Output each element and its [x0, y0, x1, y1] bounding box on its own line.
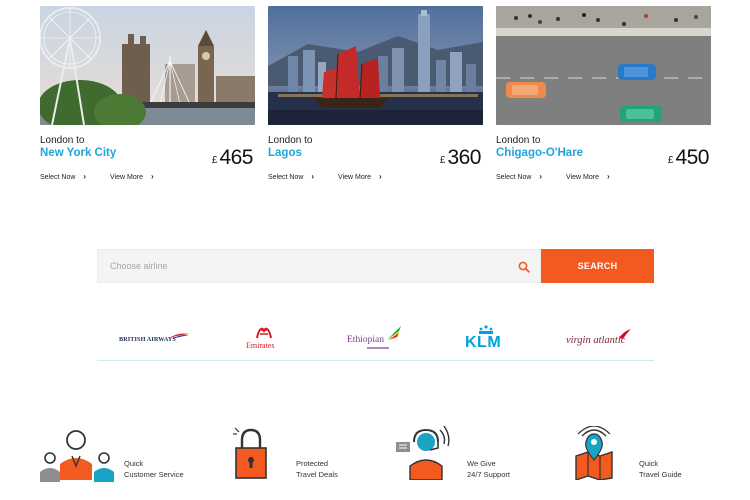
search-icon[interactable]: [518, 261, 530, 273]
deal-card: London to New York City £465 Select Now ›…: [40, 6, 255, 181]
ethiopian-logo[interactable]: Ethiopian: [345, 320, 407, 354]
select-now-label: Select Now: [496, 174, 532, 181]
deal-destination[interactable]: New York City: [40, 147, 116, 159]
feature-line-1: Protected: [296, 459, 329, 468]
chevron-right-icon: ›: [606, 172, 610, 181]
view-more-link[interactable]: View More ›: [338, 172, 382, 181]
feature-line-1: Quick: [124, 459, 144, 468]
price-amount: 450: [675, 146, 709, 169]
feature-travel-guide: Quick Travel Guide: [574, 424, 724, 482]
chevron-right-icon: ›: [150, 172, 154, 181]
ethiopian-tricolor-tail-icon: [387, 326, 401, 340]
map-pin-icon: [575, 426, 613, 480]
feature-text: We Give 24/7 Support: [467, 458, 510, 480]
klm-name: KLM: [465, 334, 502, 351]
currency-symbol: £: [667, 155, 674, 166]
airline-search-input[interactable]: [98, 250, 508, 282]
deal-price: £360: [439, 146, 482, 170]
feature-customer-service: Quick Customer Service: [38, 424, 208, 482]
deal-price: £450: [667, 146, 710, 170]
airline-search-bar: SEARCH: [97, 249, 654, 283]
select-now-link[interactable]: Select Now ›: [496, 172, 543, 181]
feature-line-1: We Give: [467, 459, 496, 468]
deal-destination[interactable]: Lagos: [268, 147, 302, 159]
view-more-link[interactable]: View More ›: [566, 172, 610, 181]
feature-line-2: 24/7 Support: [467, 470, 510, 479]
deal-origin: London to: [268, 135, 313, 146]
klm-logo[interactable]: KLM: [465, 320, 509, 354]
virgin-atlantic-name: virgin atlantic: [566, 335, 626, 346]
search-button[interactable]: SEARCH: [541, 249, 654, 283]
support-agent-headset-icon: [396, 426, 450, 480]
feature-text: Quick Travel Guide: [639, 458, 682, 480]
deal-origin: London to: [40, 135, 85, 146]
feature-text: Quick Customer Service: [124, 458, 184, 480]
select-now-link[interactable]: Select Now ›: [268, 172, 315, 181]
price-amount: 465: [219, 146, 253, 169]
ethiopian-name: Ethiopian: [347, 335, 384, 345]
speedmarque-icon: [169, 333, 189, 339]
emirates-calligraphy-icon: [256, 327, 272, 339]
select-now-label: Select Now: [268, 174, 304, 181]
feature-protected-deals: Protected Travel Deals: [233, 424, 373, 482]
deals-row: London to New York City £465 Select Now ›…: [40, 6, 712, 186]
deal-origin: London to: [496, 135, 541, 146]
padlock-icon: [233, 427, 267, 479]
deal-destination[interactable]: Chigago-O'Hare: [496, 147, 583, 159]
feature-text: Protected Travel Deals: [296, 458, 338, 480]
view-more-label: View More: [566, 174, 599, 181]
deal-card: London to Chigago-O'Hare £450 Select Now…: [496, 6, 711, 181]
virgin-flying-lady-icon: [619, 329, 631, 339]
price-amount: 360: [447, 146, 481, 169]
deal-price: £465: [211, 146, 254, 170]
feature-line-2: Customer Service: [124, 470, 184, 479]
select-now-link[interactable]: Select Now ›: [40, 172, 87, 181]
british-airways-name: BRITISH AIRWAYS: [119, 336, 176, 343]
hong-kong-junk-boat-photo[interactable]: [268, 6, 483, 125]
london-skyline-photo[interactable]: [40, 6, 255, 125]
virgin-atlantic-logo[interactable]: virgin atlantic: [565, 320, 635, 354]
search-field-container: [97, 249, 541, 283]
deal-card: London to Lagos £360 Select Now › View Mo…: [268, 6, 483, 181]
emirates-name: Emirates: [246, 341, 275, 350]
chevron-right-icon: ›: [83, 172, 87, 181]
feature-line-2: Travel Guide: [639, 470, 682, 479]
deal-links: Select Now › View More ›: [496, 172, 632, 181]
features-row: Quick Customer Service Protected Travel …: [38, 424, 718, 484]
chevron-right-icon: ›: [539, 172, 543, 181]
chevron-right-icon: ›: [378, 172, 382, 181]
currency-symbol: £: [211, 155, 218, 166]
view-more-label: View More: [338, 174, 371, 181]
deal-links: Select Now › View More ›: [40, 172, 176, 181]
ethiopian-script-mark: [367, 347, 389, 349]
british-airways-logo[interactable]: BRITISH AIRWAYS: [119, 320, 189, 354]
chevron-right-icon: ›: [311, 172, 315, 181]
feature-support: We Give 24/7 Support: [394, 424, 544, 482]
currency-symbol: £: [439, 155, 446, 166]
feature-line-2: Travel Deals: [296, 470, 338, 479]
airline-logos-row: BRITISH AIRWAYS Emirates Ethiopian KLM v…: [97, 320, 654, 361]
feature-line-1: Quick: [639, 459, 659, 468]
aerial-road-cars-photo[interactable]: [496, 6, 711, 125]
select-now-label: Select Now: [40, 174, 76, 181]
view-more-label: View More: [110, 174, 143, 181]
deal-links: Select Now › View More ›: [268, 172, 404, 181]
view-more-link[interactable]: View More ›: [110, 172, 154, 181]
emirates-logo[interactable]: Emirates: [245, 320, 285, 354]
customer-service-people-icon: [40, 430, 114, 482]
